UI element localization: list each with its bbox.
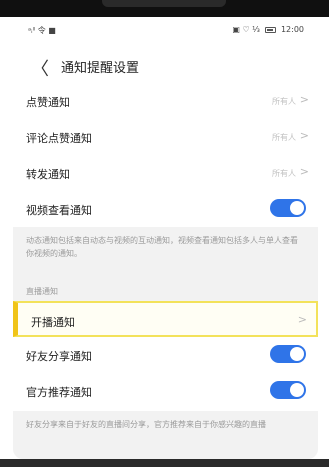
setting-value: 所有人 [272,133,296,142]
setting-row-comment-like-notification[interactable]: 评论点赞通知 所有人 > [13,119,318,155]
video-view-toggle[interactable] [270,199,306,217]
battery-icon [264,26,276,33]
live-notification-note: 好友分享来自于好友的直播间分享，官方推荐来自于你感兴趣的直播 [13,411,318,459]
live-section-header: 直播通知 [13,277,318,301]
setting-label: 评论点赞通知 [26,132,92,145]
signal-wifi-icons: ᵃᵢˡˡ 令 ■ [28,26,56,35]
setting-label: 开播通知 [31,316,75,329]
setting-label: 点赞通知 [26,96,70,109]
setting-label: 好友分享通知 [26,350,92,363]
dynamic-notification-note: 动态通知包括来自动态与视频的互动通知，视频查看通知包括多人与单人查看你视频的通知… [13,227,318,277]
chevron-right-icon: > [297,313,307,326]
status-icons: ▣ ♡ ⅓ [232,25,260,34]
chevron-right-icon: > [299,129,309,142]
device-notch [102,0,226,7]
official-recommend-toggle[interactable] [270,381,306,399]
page-header: 〈 通知提醒设置 [13,53,318,83]
phone-screen: ᵃᵢˡˡ 令 ■ ▣ ♡ ⅓ 12:00 〈 通知提醒设置 点赞通知 所有人 >… [13,17,318,459]
setting-row-like-notification[interactable]: 点赞通知 所有人 > [13,83,318,119]
chevron-right-icon: > [299,93,309,106]
back-arrow-icon[interactable]: 〈 [31,55,49,81]
chevron-right-icon: > [299,165,309,178]
friend-share-toggle[interactable] [270,345,306,363]
setting-value: 所有人 [272,169,296,178]
setting-row-forward-notification[interactable]: 转发通知 所有人 > [13,155,318,191]
page-title: 通知提醒设置 [61,61,140,76]
status-right: ▣ ♡ ⅓ 12:00 [232,25,304,34]
setting-value: 所有人 [272,97,296,106]
clock: 12:00 [280,25,304,34]
setting-row-friend-share-notification: 好友分享通知 [13,337,318,373]
status-bar: ᵃᵢˡˡ 令 ■ ▣ ♡ ⅓ 12:00 [13,17,318,41]
toggle-knob [290,347,304,361]
setting-row-official-recommend-notification: 官方推荐通知 [13,373,318,409]
setting-row-live-start-notification[interactable]: 开播通知 > [13,301,318,337]
device-bottom-bezel [0,459,329,467]
setting-label: 转发通知 [26,168,70,181]
setting-row-video-view-notification: 视频查看通知 [13,191,318,227]
device-top-bezel [0,0,329,17]
toggle-knob [290,201,304,215]
setting-label: 官方推荐通知 [26,386,92,399]
setting-label: 视频查看通知 [26,204,92,217]
toggle-knob [290,383,304,397]
